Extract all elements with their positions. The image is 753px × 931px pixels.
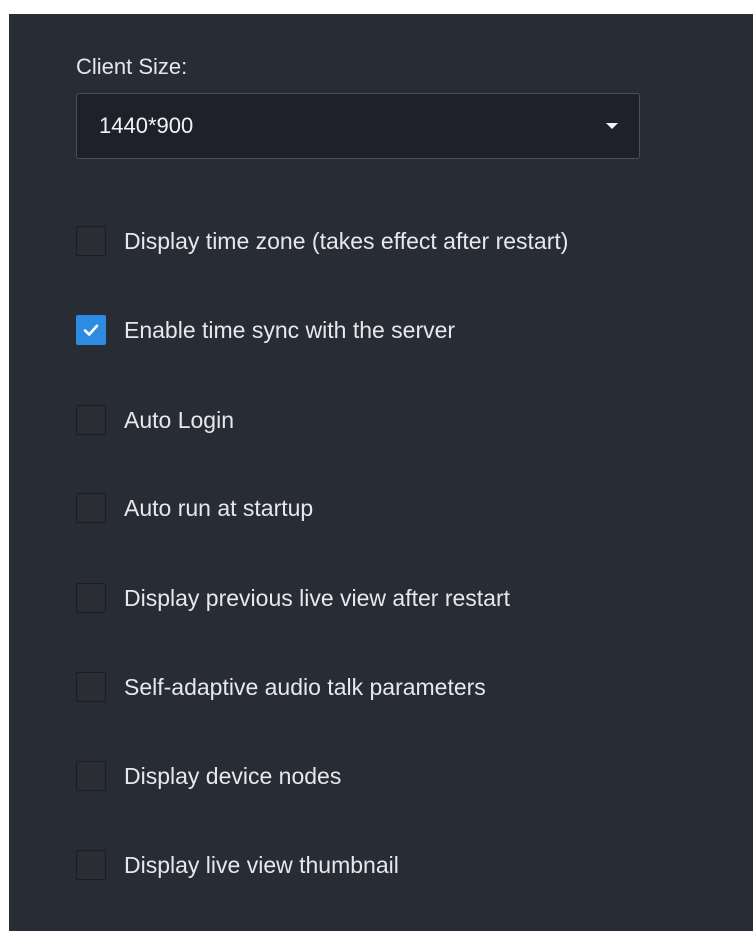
option-label: Auto run at startup <box>124 494 314 521</box>
option-display-device-nodes[interactable]: Display device nodes <box>76 759 341 793</box>
settings-panel: Client Size: 1440*900 Display time zone … <box>9 14 753 931</box>
checkbox-checked[interactable] <box>76 315 106 345</box>
option-label: Display device nodes <box>124 762 342 789</box>
option-label: Display previous live view after restart <box>124 584 511 611</box>
client-size-label: Client Size: <box>76 54 188 79</box>
option-auto-run-startup[interactable]: Auto run at startup <box>76 491 313 525</box>
checkbox[interactable] <box>76 850 106 880</box>
option-previous-live-view[interactable]: Display previous live view after restart <box>76 581 510 615</box>
dropdown-arrow-icon <box>606 123 618 129</box>
option-label: Display time zone (takes effect after re… <box>124 227 569 254</box>
option-self-adaptive-audio[interactable]: Self-adaptive audio talk parameters <box>76 670 486 704</box>
client-size-value: 1440*900 <box>99 113 194 138</box>
checkbox[interactable] <box>76 583 106 613</box>
option-live-view-thumbnail[interactable]: Display live view thumbnail <box>76 848 399 882</box>
checkmark-icon <box>83 324 99 336</box>
client-size-select[interactable]: 1440*900 <box>76 93 640 159</box>
option-label: Self-adaptive audio talk parameters <box>124 673 486 700</box>
checkbox[interactable] <box>76 493 106 523</box>
option-display-time-zone[interactable]: Display time zone (takes effect after re… <box>76 224 568 258</box>
option-label: Auto Login <box>124 406 234 433</box>
checkbox[interactable] <box>76 761 106 791</box>
option-label: Display live view thumbnail <box>124 851 399 878</box>
option-label: Enable time sync with the server <box>124 316 456 343</box>
checkbox[interactable] <box>76 226 106 256</box>
option-auto-login[interactable]: Auto Login <box>76 403 234 437</box>
checkbox[interactable] <box>76 405 106 435</box>
option-enable-time-sync[interactable]: Enable time sync with the server <box>76 313 455 347</box>
checkbox[interactable] <box>76 672 106 702</box>
